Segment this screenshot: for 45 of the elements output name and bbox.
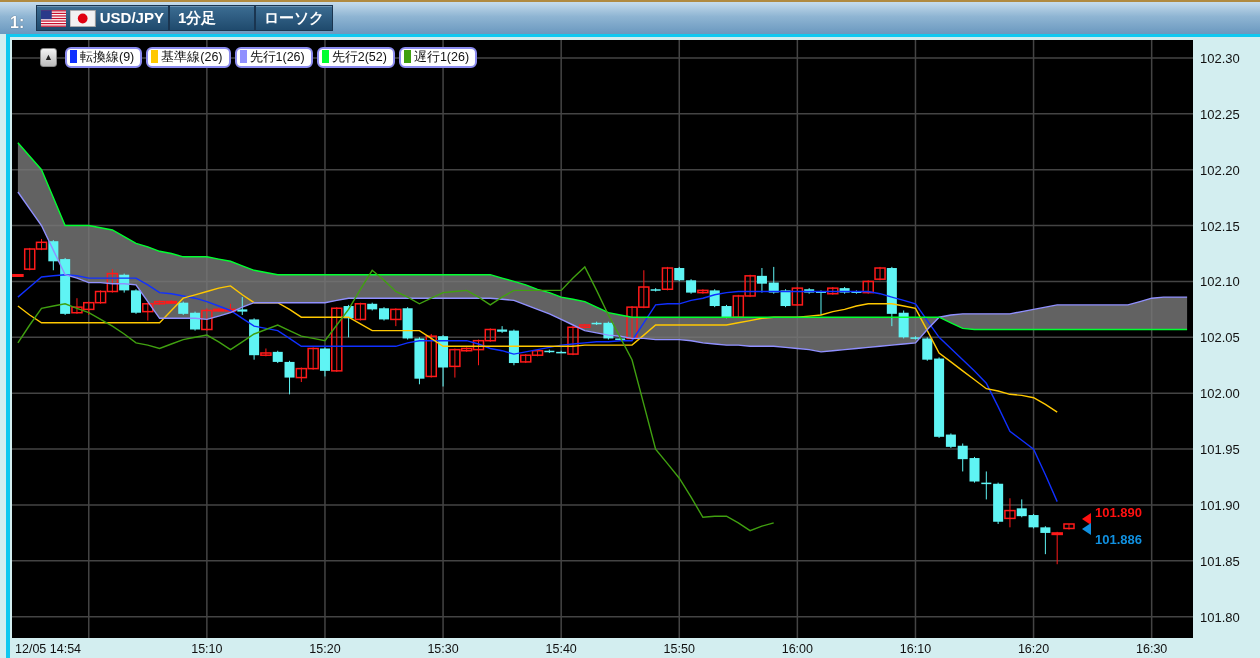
candlestick: [969, 456, 980, 484]
axis-label: 15:40: [545, 642, 577, 656]
symbol-button[interactable]: USD/JPY: [36, 5, 169, 31]
axis-label: 102.15: [1200, 218, 1240, 234]
price-label: 101.890: [1095, 505, 1142, 520]
candlestick: [119, 273, 130, 294]
candlestick: [83, 301, 95, 316]
candlestick: [756, 267, 767, 294]
axis-label: 102.30: [1200, 50, 1240, 66]
axis-label: 101.90: [1200, 498, 1240, 513]
axis-label: 101.80: [1200, 609, 1240, 625]
axis-label: 12/05 14:54: [15, 642, 82, 656]
flag-icon: [41, 9, 67, 27]
axis-label: 15:20: [309, 642, 341, 656]
axis-label: 16:20: [1017, 642, 1050, 656]
pane-label: 1:: [10, 13, 26, 33]
price-label: 101.886: [1095, 532, 1142, 547]
legend-item[interactable]: 基準線(26): [146, 47, 231, 68]
candlestick: [744, 274, 756, 298]
candlestick: [414, 336, 425, 385]
axis-label: 102.00: [1200, 386, 1240, 402]
axis-label: 102.20: [1200, 162, 1240, 178]
candlestick: [190, 311, 201, 332]
legend-item[interactable]: 先行2(52): [316, 47, 395, 68]
legend-item[interactable]: 転換線(9): [65, 47, 143, 68]
axis-label: 15:10: [191, 642, 223, 656]
candlestick: [12, 274, 24, 278]
axis-label: 101.95: [1200, 442, 1240, 458]
chart-type-button[interactable]: ローソク: [255, 5, 333, 31]
axis-label: 102.25: [1200, 106, 1240, 122]
candlestick: [131, 288, 141, 315]
axis-label: 102.05: [1200, 330, 1240, 346]
axis-label: 102.10: [1200, 274, 1240, 290]
axis-label: 101.85: [1200, 553, 1240, 569]
axis-label: 16:30: [1136, 642, 1168, 656]
legend-item[interactable]: 遅行1(26): [398, 47, 478, 68]
axis-label: 16:10: [899, 642, 932, 656]
axis-label: 16:00: [781, 642, 813, 656]
axis-label: 15:50: [663, 642, 695, 656]
candlestick: [425, 333, 437, 379]
interval-button[interactable]: 1分足: [169, 5, 255, 31]
legend-toggle-button[interactable]: ▲: [40, 48, 57, 67]
flag-icon: [70, 9, 96, 27]
legend-item[interactable]: 先行1(26): [234, 47, 313, 68]
axis-label: 15:30: [427, 642, 459, 656]
